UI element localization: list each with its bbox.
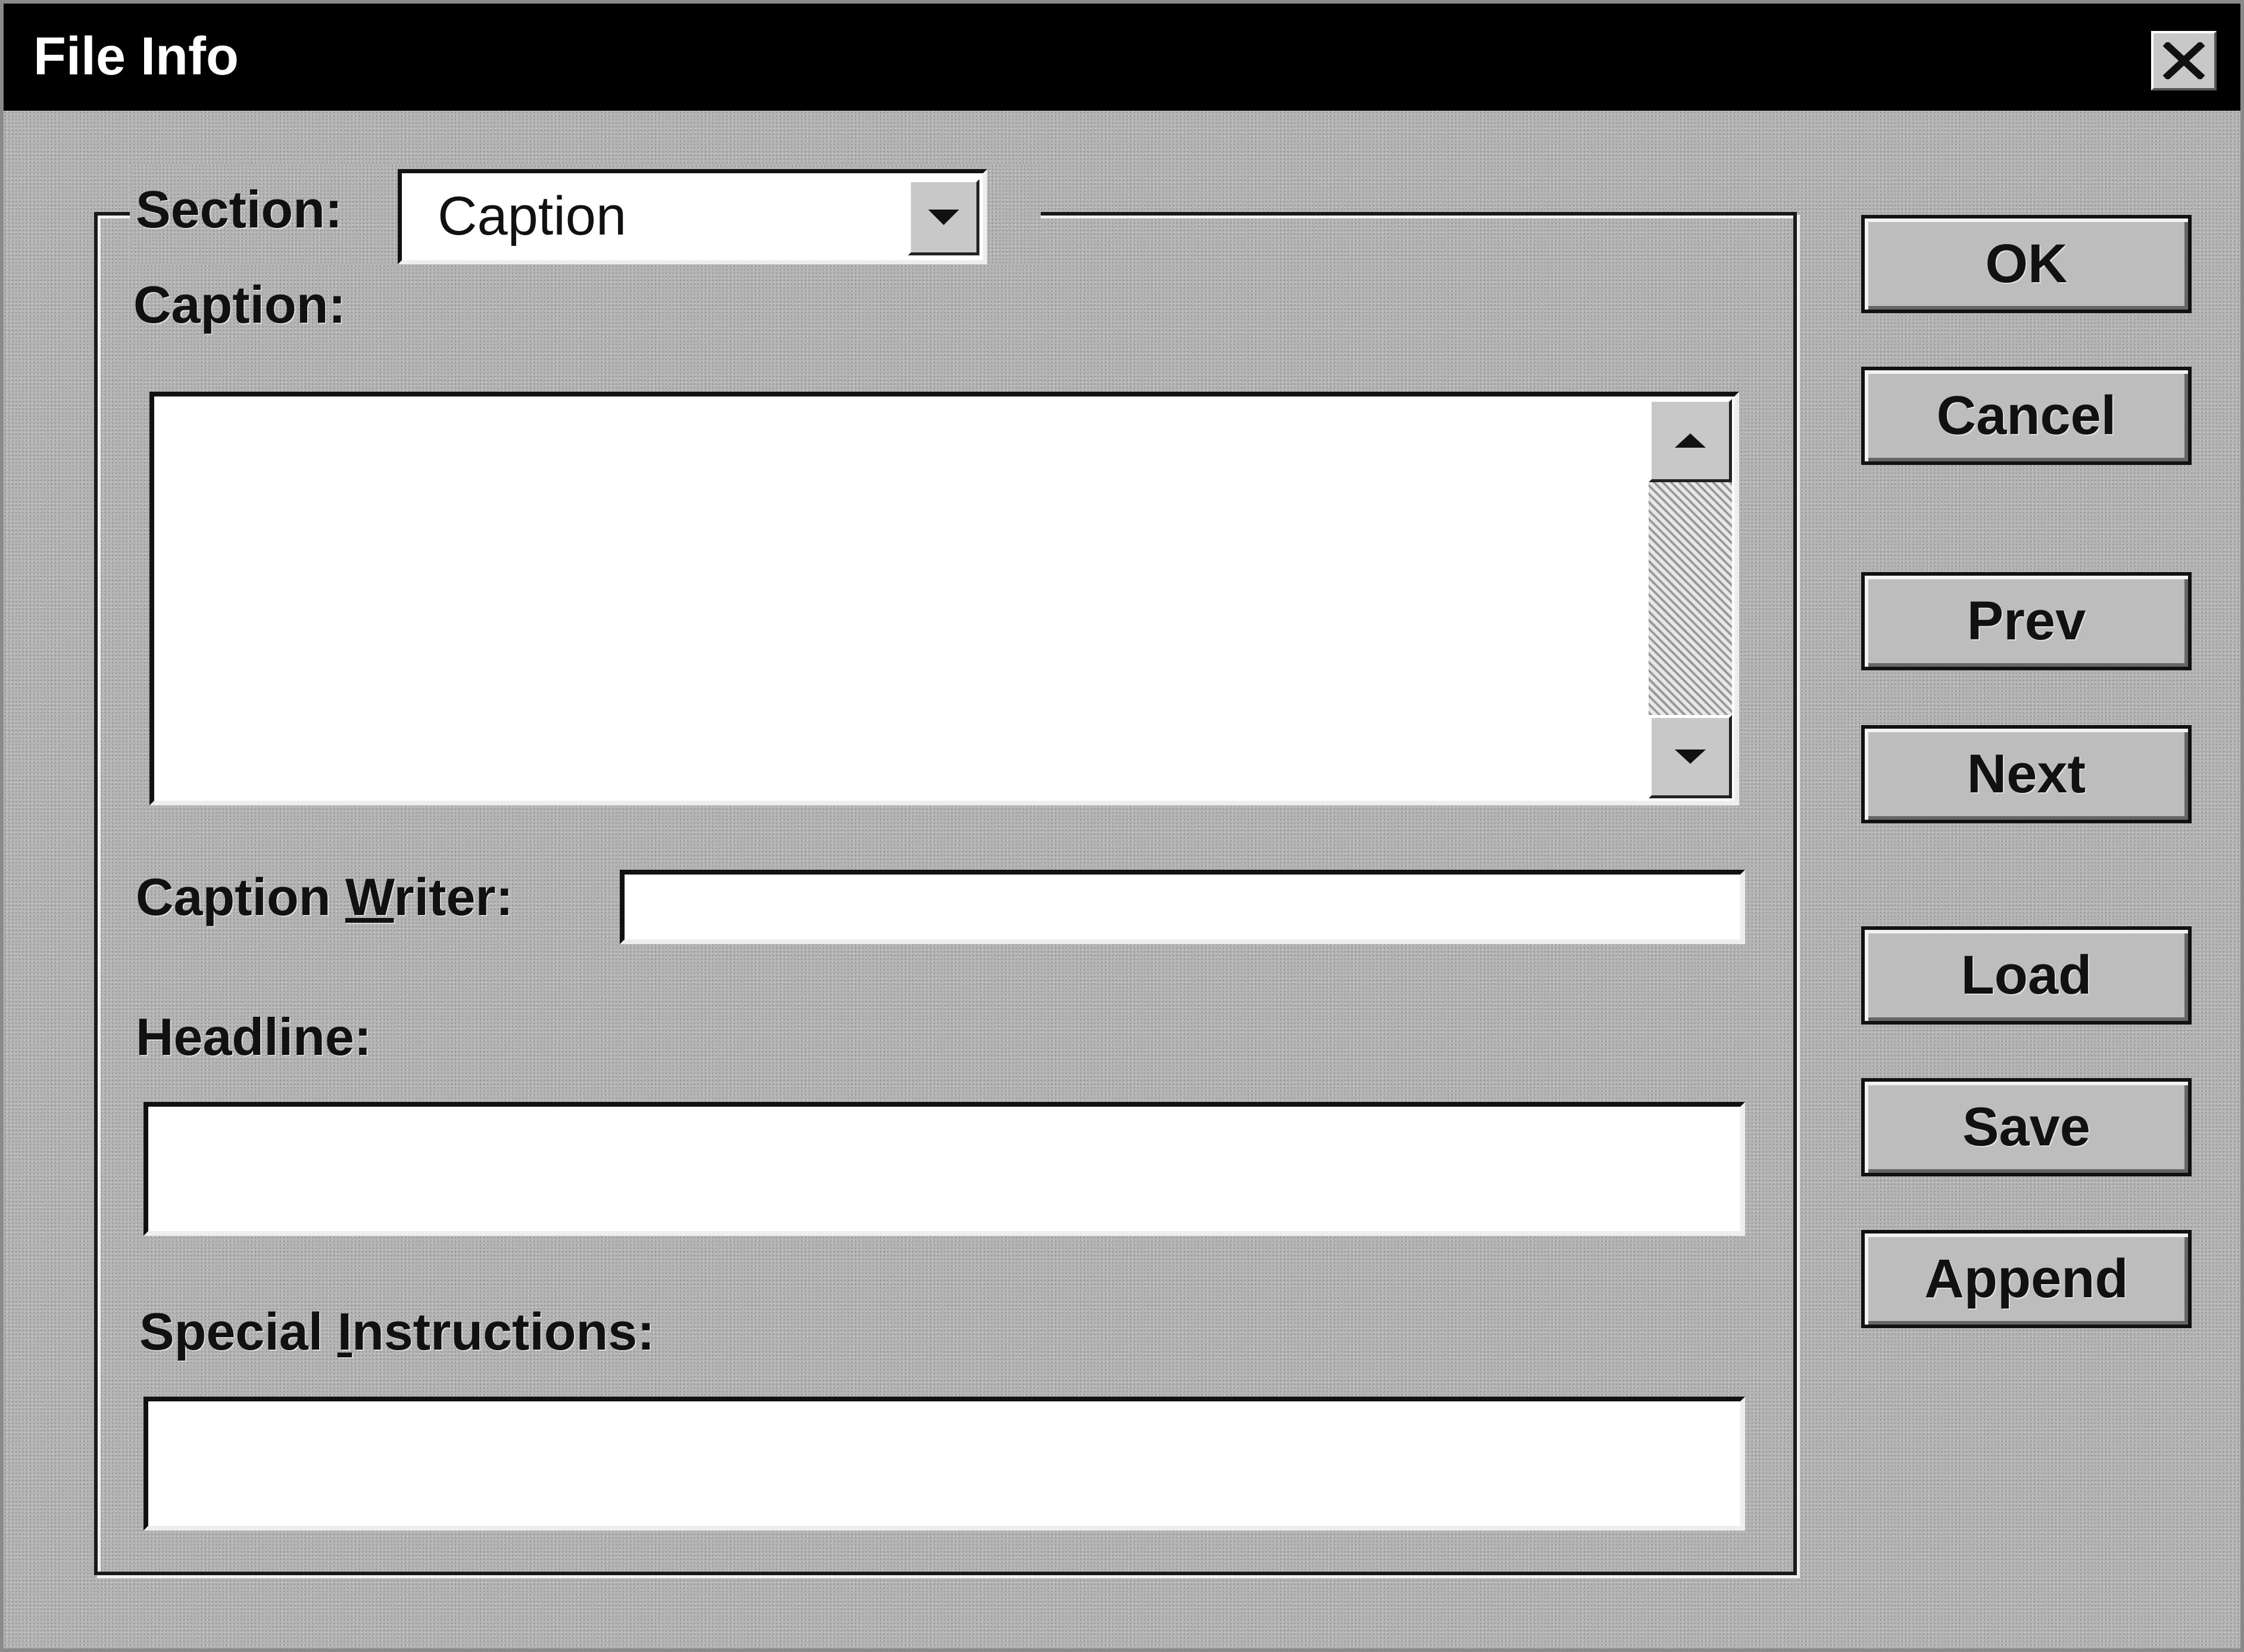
close-button[interactable] [2151, 31, 2217, 90]
caption-writer-label-accel: W [345, 867, 394, 926]
headline-field[interactable] [143, 1102, 1745, 1236]
caption-scrollbar[interactable] [1649, 399, 1732, 798]
section-dropdown[interactable]: Caption [398, 169, 987, 264]
load-button[interactable]: Load [1861, 926, 2192, 1025]
dropdown-arrow-button[interactable] [908, 179, 979, 255]
arrow-up-icon [1675, 433, 1706, 448]
headline-label: Headline: [136, 1007, 372, 1066]
file-info-dialog: File Info Section: Caption Caption: Capt… [0, 0, 2244, 1652]
caption-writer-label-prefix: Caption [136, 867, 345, 926]
section-selected-value: Caption [438, 186, 627, 246]
caption-writer-field[interactable] [620, 870, 1745, 944]
special-instructions-label-accel: I [337, 1302, 352, 1361]
save-button[interactable]: Save [1861, 1078, 2192, 1176]
title-bar[interactable]: File Info [4, 4, 2240, 111]
scroll-up-button[interactable] [1649, 399, 1732, 482]
special-instructions-field[interactable] [143, 1397, 1745, 1531]
caption-writer-label-suffix: riter: [394, 867, 513, 926]
special-instructions-label: Special Instructions: [139, 1301, 655, 1362]
window-title: File Info [33, 27, 239, 86]
scroll-down-button[interactable] [1649, 715, 1732, 798]
append-button[interactable]: Append [1861, 1230, 2192, 1328]
chevron-down-icon [928, 210, 959, 225]
next-button[interactable]: Next [1861, 725, 2192, 823]
arrow-down-icon [1675, 750, 1706, 764]
cancel-button[interactable]: Cancel [1861, 367, 2192, 465]
caption-label: Caption: [133, 275, 346, 334]
caption-writer-label: Caption Writer: [136, 867, 513, 928]
caption-textarea[interactable] [149, 392, 1739, 805]
ok-button[interactable]: OK [1861, 215, 2192, 313]
prev-button[interactable]: Prev [1861, 572, 2192, 670]
close-icon [2163, 42, 2205, 79]
section-label: Section: [136, 180, 343, 239]
special-instructions-label-prefix: Special [139, 1302, 338, 1361]
special-instructions-label-suffix: nstructions: [352, 1302, 655, 1361]
